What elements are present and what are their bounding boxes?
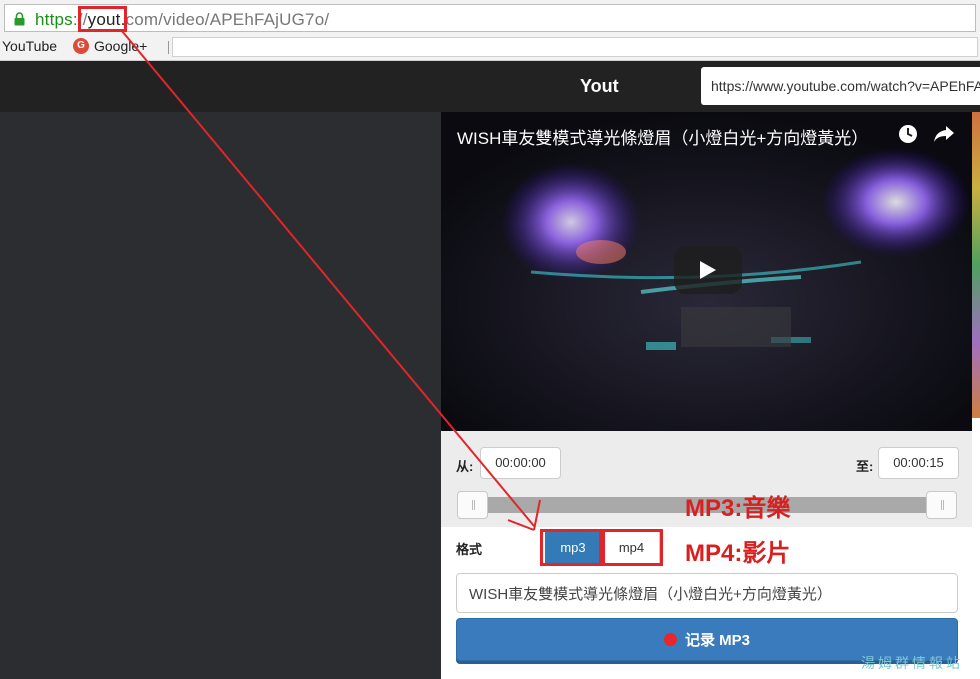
annotation-mp4-note: MP4:影片: [685, 540, 791, 567]
annotation-mp3-note: MP3:音樂: [685, 495, 791, 522]
watermark: 湯姆群情報站: [861, 656, 963, 672]
annotation-arrow: [121, 30, 541, 531]
